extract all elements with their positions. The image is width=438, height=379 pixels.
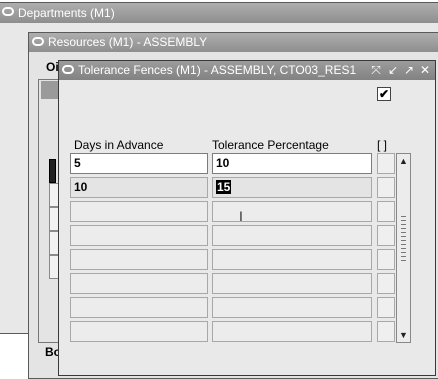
tolerance-percentage-field[interactable] bbox=[212, 225, 372, 246]
tolerance-percentage-field[interactable] bbox=[212, 321, 372, 342]
days-in-advance-field[interactable] bbox=[70, 273, 208, 294]
scroll-up-icon[interactable]: ▲ bbox=[397, 156, 410, 166]
days-in-advance-field[interactable]: 10 bbox=[70, 177, 208, 198]
oracle-icon bbox=[62, 65, 74, 74]
oracle-icon bbox=[32, 37, 44, 46]
oracle-icon bbox=[2, 7, 14, 16]
tolerance-percentage-header: Tolerance Percentage bbox=[212, 138, 329, 152]
scroll-down-icon[interactable]: ▼ bbox=[397, 330, 410, 340]
days-in-advance-field[interactable] bbox=[70, 297, 208, 318]
days-in-advance-field[interactable]: 5 bbox=[70, 153, 208, 174]
flex-field[interactable] bbox=[377, 273, 395, 294]
days-in-advance-field[interactable] bbox=[70, 321, 208, 342]
scroll-thumb-grip[interactable] bbox=[401, 216, 406, 262]
maximize-icon[interactable]: ↗ bbox=[403, 62, 415, 78]
flex-field[interactable] bbox=[377, 297, 395, 318]
tolerance-fences-window: Tolerance Fences (M1) - ASSEMBLY, CTO03_… bbox=[58, 60, 436, 376]
tolerance-titlebar[interactable]: Tolerance Fences (M1) - ASSEMBLY, CTO03_… bbox=[59, 61, 435, 80]
text-cursor-icon: I bbox=[239, 208, 243, 224]
days-in-advance-header: Days in Advance bbox=[74, 138, 164, 152]
flex-field[interactable] bbox=[377, 225, 395, 246]
flex-field[interactable] bbox=[377, 177, 395, 198]
departments-title: Departments (M1) bbox=[18, 6, 115, 20]
days-in-advance-field[interactable] bbox=[70, 225, 208, 246]
flex-field-header: [ ] bbox=[377, 138, 388, 152]
resources-section-label: Oi bbox=[46, 60, 59, 74]
minimize-icon[interactable]: ↙ bbox=[387, 62, 399, 78]
resources-titlebar[interactable]: Resources (M1) - ASSEMBLY bbox=[29, 33, 438, 52]
tolerance-percentage-field[interactable]: 15 bbox=[212, 177, 372, 198]
tolerance-percentage-field[interactable]: 10 bbox=[212, 153, 372, 174]
days-in-advance-field[interactable] bbox=[70, 201, 208, 222]
departments-titlebar[interactable]: Departments (M1) bbox=[0, 3, 438, 23]
days-in-advance-field[interactable] bbox=[70, 249, 208, 270]
flex-field[interactable] bbox=[377, 201, 395, 222]
tolerance-percentage-field[interactable] bbox=[212, 201, 372, 222]
resources-row-indicator[interactable] bbox=[49, 159, 56, 183]
tolerance-percentage-field[interactable] bbox=[212, 297, 372, 318]
tolerance-percentage-field[interactable] bbox=[212, 273, 372, 294]
flex-field[interactable] bbox=[377, 249, 395, 270]
tolerance-percentage-field[interactable] bbox=[212, 249, 372, 270]
resize-icon[interactable]: ⤧ bbox=[370, 62, 382, 78]
flex-field[interactable] bbox=[377, 321, 395, 342]
vertical-scrollbar[interactable]: ▲ ▼ bbox=[396, 153, 411, 343]
flex-field[interactable] bbox=[377, 153, 395, 174]
tolerance-title: Tolerance Fences (M1) - ASSEMBLY, CTO03_… bbox=[78, 63, 357, 77]
resources-title: Resources (M1) - ASSEMBLY bbox=[48, 35, 208, 49]
close-icon[interactable]: ✕ bbox=[419, 62, 431, 78]
selected-text: 15 bbox=[216, 180, 232, 194]
enable-checkbox[interactable]: ✔ bbox=[377, 87, 391, 101]
